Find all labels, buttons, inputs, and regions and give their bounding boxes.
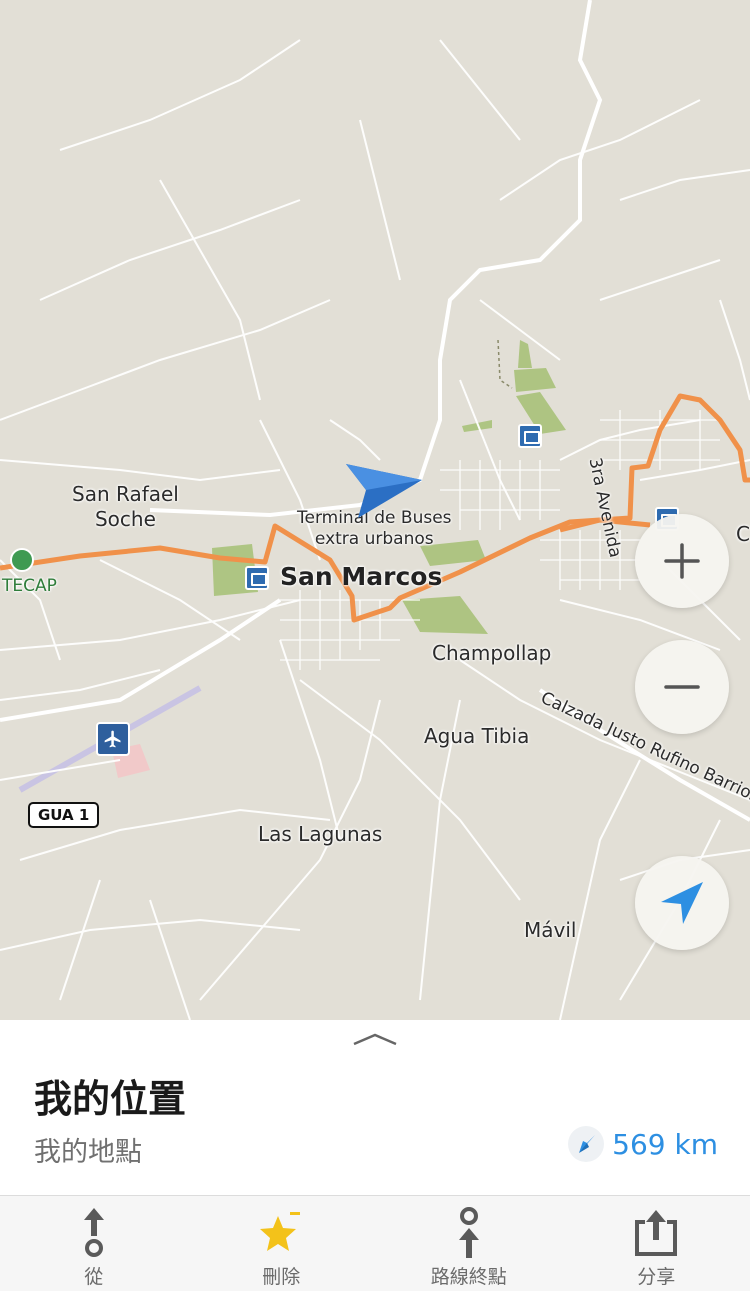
plus-icon xyxy=(664,543,700,579)
map-view[interactable]: TECAP San Rafael Soche Terminal de Buses… xyxy=(0,0,750,1020)
bottom-toolbar: 從 刪除 路線終點 分享 xyxy=(0,1195,750,1291)
share-icon xyxy=(631,1206,681,1260)
park-icon[interactable] xyxy=(10,548,34,572)
tab-route-to[interactable]: 路線終點 xyxy=(375,1196,563,1291)
route-shield: GUA 1 xyxy=(28,802,100,828)
tab-route-from[interactable]: 從 xyxy=(0,1196,188,1291)
place-sheet[interactable]: 我的位置 我的地點 569 km xyxy=(0,1020,750,1195)
minus-icon xyxy=(664,685,700,689)
tecap-label: TECAP xyxy=(2,576,57,596)
direction-arrow-icon xyxy=(568,1126,605,1162)
city-label: San Marcos xyxy=(280,562,443,591)
locate-me-button[interactable] xyxy=(635,856,729,950)
mavil-label: Mávil xyxy=(524,918,577,942)
bus-station-icon[interactable] xyxy=(518,424,542,448)
route-from-icon xyxy=(69,1206,119,1260)
tab-delete-bookmark[interactable]: 刪除 xyxy=(188,1196,376,1291)
san-rafael-soche-label: San Rafael Soche xyxy=(72,482,179,531)
bus-station-icon[interactable] xyxy=(245,566,269,590)
place-subtitle: 我的地點 xyxy=(34,1137,142,1168)
tab-label: 路線終點 xyxy=(430,1266,507,1288)
tab-label: 分享 xyxy=(637,1266,676,1288)
chevron-up-icon[interactable] xyxy=(352,1032,398,1046)
agua-tibia-label: Agua Tibia xyxy=(424,724,530,748)
las-lagunas-label: Las Lagunas xyxy=(258,822,383,846)
distance-indicator: 569 km xyxy=(568,1126,718,1162)
distance-value: 569 km xyxy=(612,1127,718,1161)
tab-share[interactable]: 分享 xyxy=(563,1196,750,1291)
route-to-icon xyxy=(444,1206,494,1260)
place-title: 我的位置 xyxy=(34,1077,187,1121)
zoom-out-button[interactable] xyxy=(635,640,729,734)
navigation-arrow-icon xyxy=(661,882,703,924)
airport-icon[interactable] xyxy=(96,722,130,756)
bookmark-star-icon xyxy=(256,1206,306,1260)
position-arrow-icon xyxy=(346,464,422,518)
tab-label: 從 xyxy=(84,1266,104,1288)
champollap-label: Champollap xyxy=(432,641,552,665)
edge-label: C xyxy=(736,522,750,546)
zoom-in-button[interactable] xyxy=(635,514,729,608)
tab-label: 刪除 xyxy=(262,1266,301,1288)
